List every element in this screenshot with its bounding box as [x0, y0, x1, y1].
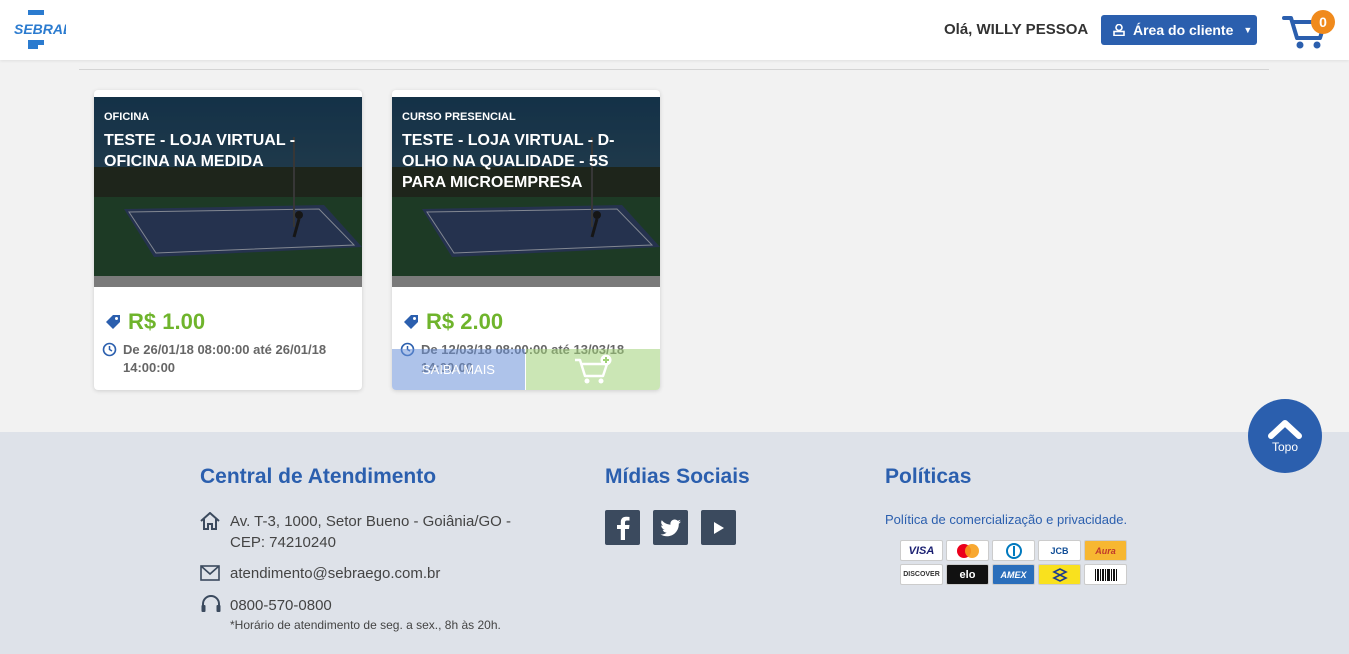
diners-icon — [992, 540, 1035, 561]
svg-text:SEBRAE: SEBRAE — [14, 21, 66, 37]
amex-icon: AMEX — [992, 564, 1035, 585]
banco-do-brasil-icon — [1038, 564, 1081, 585]
policy-link[interactable]: Política de comercialização e privacidad… — [885, 512, 1127, 527]
phone-text: 0800-570-0800 — [230, 597, 332, 614]
cart-count-badge: 0 — [1311, 10, 1335, 34]
saiba-mais-button[interactable]: SAIBA MAIS — [392, 349, 525, 390]
user-greeting: Olá, WILLY PESSOA — [944, 21, 1089, 38]
clock-icon — [102, 342, 117, 357]
sebrae-logo[interactable]: SEBRAE — [14, 10, 73, 50]
mastercard-icon — [946, 540, 989, 561]
jcb-icon: JCB — [1038, 540, 1081, 561]
date-row: De 26/01/18 08:00:00 até 26/01/18 14:00:… — [102, 341, 357, 377]
card-hover-actions: SAIBA MAIS — [392, 349, 660, 390]
client-area-label: Área do cliente — [1133, 22, 1234, 38]
visa-icon: VISA — [900, 540, 943, 561]
social-title: Mídias Sociais — [605, 465, 750, 488]
aura-icon: Aura — [1084, 540, 1127, 561]
twitter-icon[interactable] — [653, 510, 688, 545]
email-link[interactable]: atendimento@sebraego.com.br — [230, 563, 440, 584]
discover-icon: DISCOVER — [900, 564, 943, 585]
product-type: OFICINA — [104, 111, 150, 123]
address-text: Av. T-3, 1000, Setor Bueno - Goiânia/GO … — [230, 513, 511, 551]
youtube-icon[interactable] — [701, 510, 736, 545]
product-title[interactable]: TESTE - LOJA VIRTUAL - D-OLHO NA QUALIDA… — [402, 130, 652, 193]
client-area-button[interactable]: Área do cliente ▼ — [1101, 15, 1257, 45]
central-title: Central de Atendimento — [200, 465, 437, 488]
product-image[interactable]: CURSO PRESENCIAL TESTE - LOJA VIRTUAL - … — [392, 97, 660, 287]
image-strip — [392, 276, 660, 287]
product-price: R$ 2.00 — [426, 309, 504, 334]
chevron-up-icon — [1268, 420, 1302, 439]
price-tag-icon — [106, 315, 120, 329]
home-icon — [200, 512, 220, 530]
image-strip — [94, 276, 362, 287]
caret-down-icon: ▼ — [1243, 25, 1253, 35]
content-divider — [79, 69, 1269, 70]
elo-icon: elo — [946, 564, 989, 585]
product-price: R$ 1.00 — [128, 309, 206, 334]
add-to-cart-icon — [575, 354, 612, 383]
user-icon — [1113, 24, 1125, 36]
price-tag-icon — [404, 315, 418, 329]
back-to-top-label: Topo — [1271, 440, 1299, 454]
envelope-icon — [200, 565, 220, 581]
price-row: R$ 1.00 — [104, 309, 205, 335]
header: SEBRAE Olá, WILLY PESSOA Área do cliente… — [0, 0, 1349, 60]
add-to-cart-button[interactable] — [526, 349, 660, 390]
headset-icon — [201, 595, 221, 612]
product-card[interactable]: OFICINA TESTE - LOJA VIRTUAL - OFICINA N… — [94, 90, 362, 390]
back-to-top-button[interactable]: Topo — [1248, 399, 1322, 473]
product-card[interactable]: CURSO PRESENCIAL TESTE - LOJA VIRTUAL - … — [392, 90, 660, 390]
product-type: CURSO PRESENCIAL — [402, 111, 516, 123]
hours-note: *Horário de atendimento de seg. a sex., … — [230, 618, 501, 632]
price-row: R$ 2.00 — [402, 309, 503, 335]
product-title[interactable]: TESTE - LOJA VIRTUAL - OFICINA NA MEDIDA — [104, 130, 354, 172]
facebook-icon[interactable] — [605, 510, 640, 545]
product-image[interactable]: OFICINA TESTE - LOJA VIRTUAL - OFICINA N… — [94, 97, 362, 287]
product-date: De 26/01/18 08:00:00 até 26/01/18 14:00:… — [123, 342, 327, 375]
policies-title: Políticas — [885, 465, 972, 488]
boleto-icon — [1084, 564, 1127, 585]
